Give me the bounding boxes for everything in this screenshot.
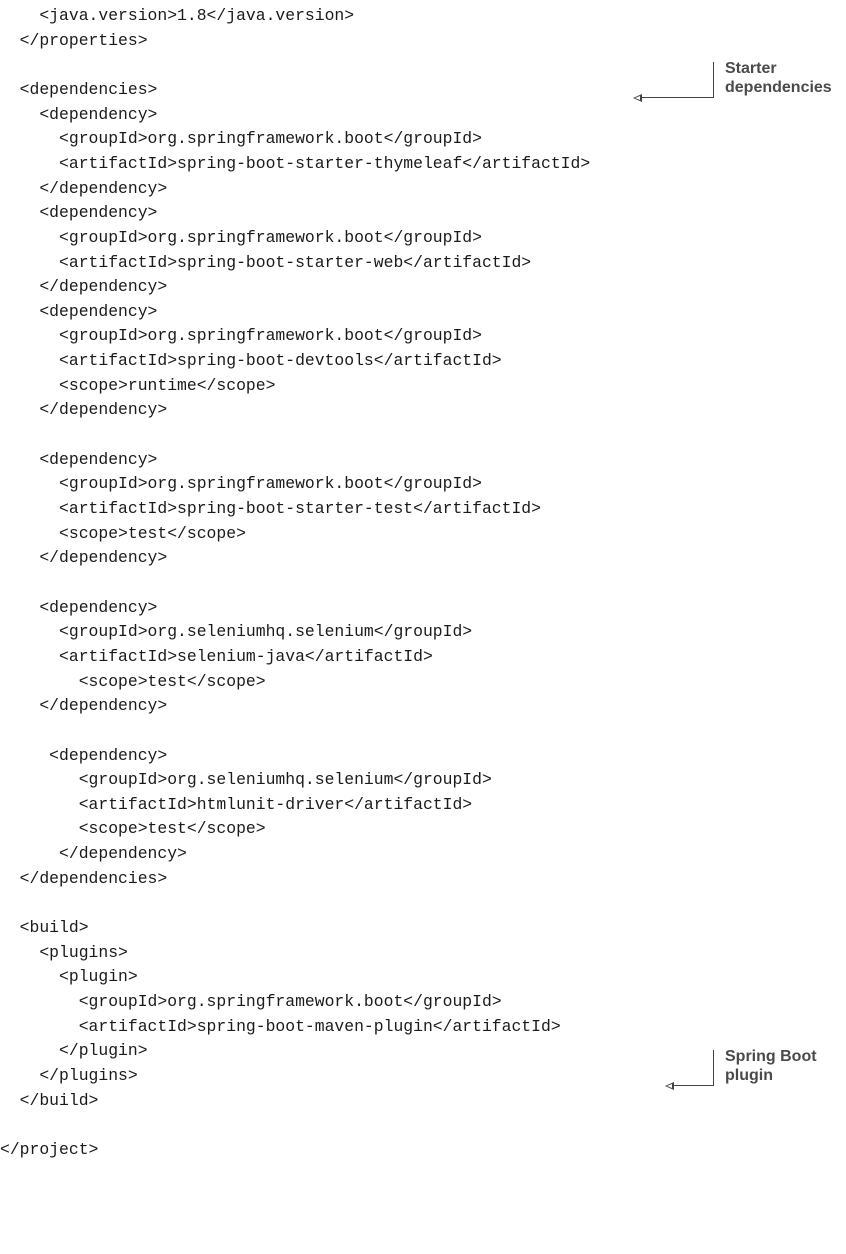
code-line: <artifactId>spring-boot-devtools</artifa… <box>0 351 502 371</box>
code-line: </plugin> <box>0 1041 148 1061</box>
code-line: <dependency> <box>0 745 168 765</box>
callout-leader-line <box>674 1085 714 1087</box>
code-line: </build> <box>0 1090 99 1110</box>
code-line: <groupId>org.springframework.boot</group… <box>0 474 482 494</box>
code-line: <scope>test</scope> <box>0 671 266 691</box>
code-line: <artifactId>spring-boot-starter-test</ar… <box>0 499 541 518</box>
code-line: <dependency> <box>0 597 158 617</box>
code-line: <scope>test</scope> <box>0 523 246 543</box>
code-line: </dependencies> <box>0 868 168 888</box>
code-line: </dependency> <box>0 400 168 420</box>
code-line: <artifactId>spring-boot-starter-web</art… <box>0 252 532 272</box>
code-line: <groupId>org.springframework.boot</group… <box>0 129 482 149</box>
code-line: <groupId>org.springframework.boot</group… <box>0 992 502 1011</box>
code-line: <build> <box>0 918 89 938</box>
code-line: </dependency> <box>0 548 168 568</box>
code-line: </plugins> <box>0 1065 138 1085</box>
code-line: <artifactId>spring-boot-starter-thymelea… <box>0 153 591 173</box>
code-line: </dependency> <box>0 178 168 198</box>
callout-leader-line <box>642 97 714 99</box>
callout-bracket <box>713 62 715 98</box>
code-line: <artifactId>spring-boot-maven-plugin</ar… <box>0 1016 561 1036</box>
code-line: <java.version>1.8</java.version> <box>0 6 355 25</box>
code-line: <groupId>org.seleniumhq.selenium</groupI… <box>0 770 492 790</box>
callout-arrow-icon <box>633 94 642 102</box>
code-line: <groupId>org.springframework.boot</group… <box>0 326 482 346</box>
code-line: <groupId>org.seleniumhq.selenium</groupI… <box>0 622 473 642</box>
code-line: <dependency> <box>0 449 158 469</box>
code-line: </dependency> <box>0 696 168 716</box>
code-line: <scope>test</scope> <box>0 819 266 839</box>
callout-label: Starter dependencies <box>725 60 832 96</box>
code-line: <scope>runtime</scope> <box>0 375 276 395</box>
code-line: <artifactId>htmlunit-driver</artifactId> <box>0 794 473 814</box>
code-line: <dependency> <box>0 301 158 321</box>
callout-arrow-icon <box>665 1082 674 1090</box>
code-line: <dependencies> <box>0 79 158 99</box>
code-line: <groupId>org.springframework.boot</group… <box>0 227 482 247</box>
code-line: <artifactId>selenium-java</artifactId> <box>0 646 433 666</box>
code-line: <dependency> <box>0 203 158 223</box>
code-line: </project> <box>0 1139 99 1159</box>
code-line: <plugins> <box>0 942 128 962</box>
code-line: <dependency> <box>0 104 158 124</box>
code-line: <plugin> <box>0 967 138 987</box>
callout-label: Spring Boot plugin <box>725 1048 817 1084</box>
callout-bracket <box>713 1050 715 1086</box>
code-line: </properties> <box>0 30 148 50</box>
code-line: </dependency> <box>0 844 187 864</box>
code-line: </dependency> <box>0 277 168 297</box>
